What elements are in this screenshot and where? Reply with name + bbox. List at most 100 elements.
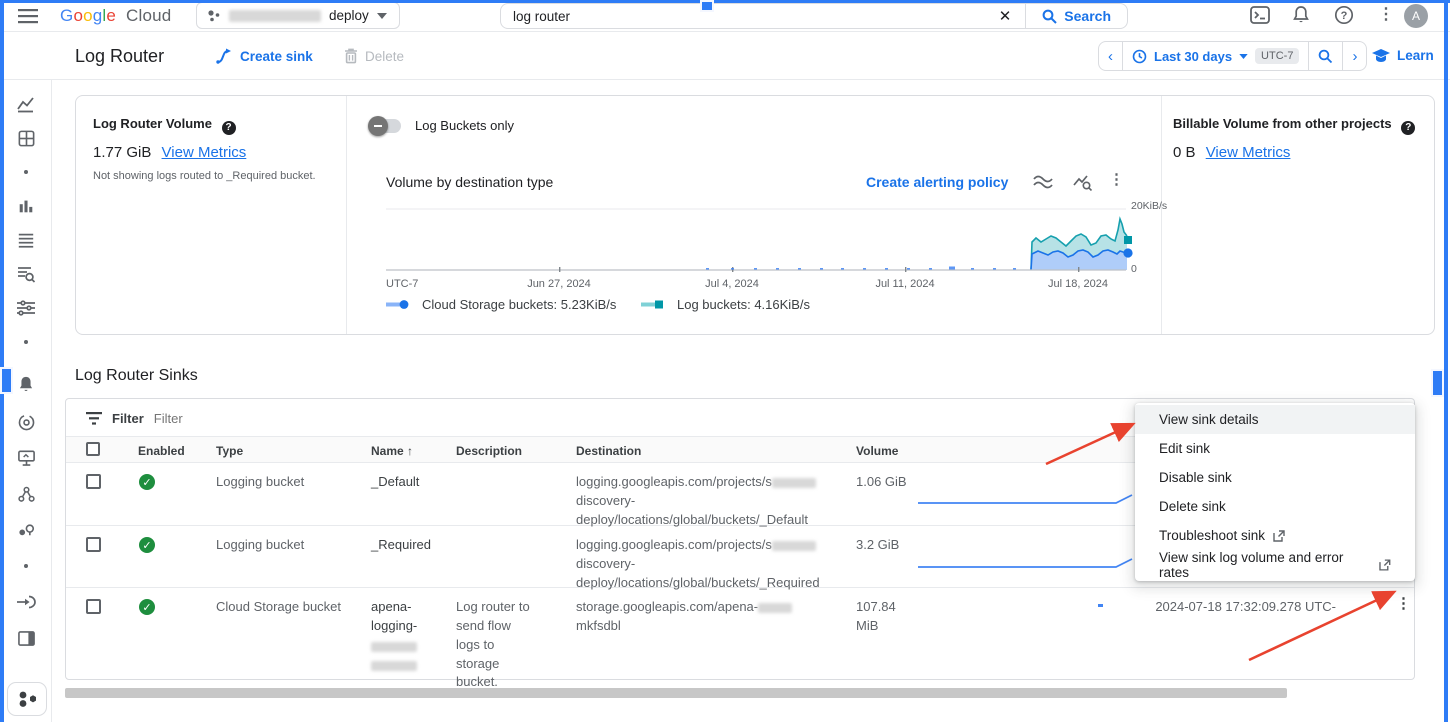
filter-lines-icon[interactable] [14, 296, 38, 320]
side-panel-icon[interactable] [14, 626, 38, 650]
menu-item-edit-sink[interactable]: Edit sink [1135, 434, 1415, 463]
row-checkbox[interactable] [86, 599, 101, 614]
menu-item-view-sink-details[interactable]: View sink details [1135, 405, 1415, 434]
redacted-text [371, 661, 417, 671]
selection-frame-right [1444, 0, 1448, 722]
select-all-checkbox[interactable] [86, 442, 100, 456]
pinned-product-shortcut[interactable] [7, 682, 47, 716]
volume-sparkline-point [1098, 604, 1103, 607]
help-icon[interactable]: ? [1334, 5, 1354, 25]
create-alerting-policy-link[interactable]: Create alerting policy [866, 174, 1008, 190]
chevron-down-icon [377, 13, 387, 19]
x-axis-timezone-label: UTC-7 [386, 278, 418, 290]
external-link-icon [1379, 559, 1391, 571]
usage-icon[interactable] [14, 518, 38, 542]
selection-handle-top[interactable] [700, 0, 714, 12]
cell-destination: logging.googleapis.com/projects/sdiscove… [576, 536, 838, 593]
google-cloud-logo[interactable]: Google Cloud [60, 6, 171, 26]
view-metrics-link[interactable]: View Metrics [162, 144, 247, 161]
menu-item-disable-sink[interactable]: Disable sink [1135, 463, 1415, 492]
toggle-label: Log Buckets only [415, 118, 514, 133]
cloud-storage-end-marker [1123, 248, 1132, 257]
dashboard-icon[interactable] [14, 126, 38, 150]
cell-type: Logging bucket [216, 473, 304, 492]
logs-explorer-icon[interactable] [14, 262, 38, 286]
create-sink-button[interactable]: Create sink [216, 48, 313, 64]
volume-area-chart[interactable] [386, 206, 1141, 274]
column-header-enabled[interactable]: Enabled [138, 443, 185, 460]
range-zoom-icon[interactable] [1309, 42, 1342, 70]
logo-letter: o [73, 6, 83, 25]
range-forward-icon[interactable]: › [1343, 42, 1366, 70]
notifications-bell-icon[interactable] [1292, 5, 1310, 25]
clock-icon [1132, 49, 1147, 64]
cell-type: Cloud Storage bucket [216, 598, 341, 617]
chart-more-options-icon[interactable]: ⋮ [1109, 170, 1124, 188]
chart-compare-icon[interactable] [1033, 174, 1053, 190]
selection-frame-left [0, 0, 4, 722]
y-axis-max-label: 20KiB/s [1131, 200, 1167, 212]
volume-value: 1.77 GiB [93, 144, 151, 161]
time-range-button[interactable]: Last 30 days UTC-7 [1123, 42, 1308, 70]
volume-overview-card: Log Router Volume ? 1.77 GiB View Metric… [75, 95, 1435, 335]
cell-name: _Required [371, 536, 431, 555]
column-header-name[interactable]: Name ↑ [371, 443, 413, 460]
column-header-volume[interactable]: Volume [856, 443, 898, 460]
table-row-apena-logging[interactable]: ✓ Cloud Storage bucket apena-logging- Lo… [66, 588, 1414, 680]
cluster-icon[interactable] [14, 482, 38, 506]
help-icon[interactable]: ? [1401, 121, 1415, 135]
time-range-picker: ‹ Last 30 days UTC-7 › [1098, 41, 1367, 71]
top-app-bar: Google Cloud deploy ✕ Search ? ⋮ [0, 0, 1450, 32]
legend-item-cloud-storage[interactable]: Cloud Storage buckets: 5.23KiB/s [386, 297, 616, 312]
bar-chart-icon[interactable] [14, 194, 38, 218]
svg-text:?: ? [1341, 10, 1348, 22]
account-avatar[interactable]: A [1404, 4, 1428, 28]
legend-label: Cloud Storage buckets: 5.23KiB/s [422, 297, 616, 312]
column-header-type[interactable]: Type [216, 443, 243, 460]
table-filter-bar[interactable]: Filter [86, 407, 374, 429]
page-toolbar: Log Router Create sink Delete ‹ Last 30 … [0, 32, 1450, 80]
sinks-section-heading: Log Router Sinks [75, 367, 198, 385]
volume-panel-title: Log Router Volume [93, 116, 212, 131]
horizontal-scrollbar[interactable] [65, 688, 1287, 698]
menu-item-troubleshoot-sink[interactable]: Troubleshoot sink [1135, 521, 1415, 550]
view-metrics-link[interactable]: View Metrics [1206, 144, 1291, 161]
legend-item-log-buckets[interactable]: Log buckets: 4.16KiB/s [641, 297, 810, 312]
column-header-destination[interactable]: Destination [576, 443, 641, 460]
selection-handle-left[interactable] [0, 367, 13, 394]
health-gauge-icon[interactable] [14, 410, 38, 434]
learn-button[interactable]: Learn [1372, 48, 1434, 63]
global-search-bar[interactable]: ✕ Search [500, 3, 1128, 29]
cell-volume: 3.2 GiB [856, 536, 899, 555]
search-button[interactable]: Search [1026, 8, 1127, 24]
filter-input[interactable] [154, 411, 374, 426]
volume-note: Not showing logs routed to _Required buc… [93, 170, 343, 182]
sink-actions-menu: View sink details Edit sink Disable sink… [1135, 403, 1415, 581]
menu-item-view-sink-log-volume[interactable]: View sink log volume and error rates [1135, 550, 1415, 579]
monitor-icon[interactable] [14, 446, 38, 470]
log-buckets-only-toggle[interactable]: Log Buckets only [371, 118, 514, 133]
column-header-description[interactable]: Description [456, 443, 522, 460]
row-checkbox[interactable] [86, 474, 101, 489]
hamburger-menu-icon[interactable] [18, 8, 38, 24]
cell-description: Log router to send flow logs to storage … [456, 598, 538, 692]
analytics-icon[interactable] [14, 92, 38, 116]
cloud-shell-icon[interactable] [1250, 6, 1270, 24]
selection-handle-right[interactable] [1431, 369, 1444, 397]
chart-explore-icon[interactable] [1073, 173, 1093, 191]
range-back-icon[interactable]: ‹ [1099, 42, 1122, 70]
project-selector[interactable]: deploy [196, 2, 400, 29]
row-more-actions-icon[interactable]: ⋮ [1396, 594, 1411, 612]
menu-item-delete-sink[interactable]: Delete sink [1135, 492, 1415, 521]
more-options-icon[interactable]: ⋮ [1378, 4, 1394, 24]
clear-search-icon[interactable]: ✕ [985, 7, 1026, 25]
row-checkbox[interactable] [86, 537, 101, 552]
delete-button[interactable]: Delete [344, 48, 404, 64]
alerting-bell-icon[interactable] [14, 372, 38, 396]
redacted-text [772, 478, 816, 488]
x-axis-tick-label: Jun 27, 2024 [519, 278, 599, 290]
search-input[interactable] [501, 9, 985, 24]
help-icon[interactable]: ? [222, 121, 236, 135]
sink-arrow-icon[interactable] [14, 590, 38, 614]
log-list-icon[interactable] [14, 228, 38, 252]
